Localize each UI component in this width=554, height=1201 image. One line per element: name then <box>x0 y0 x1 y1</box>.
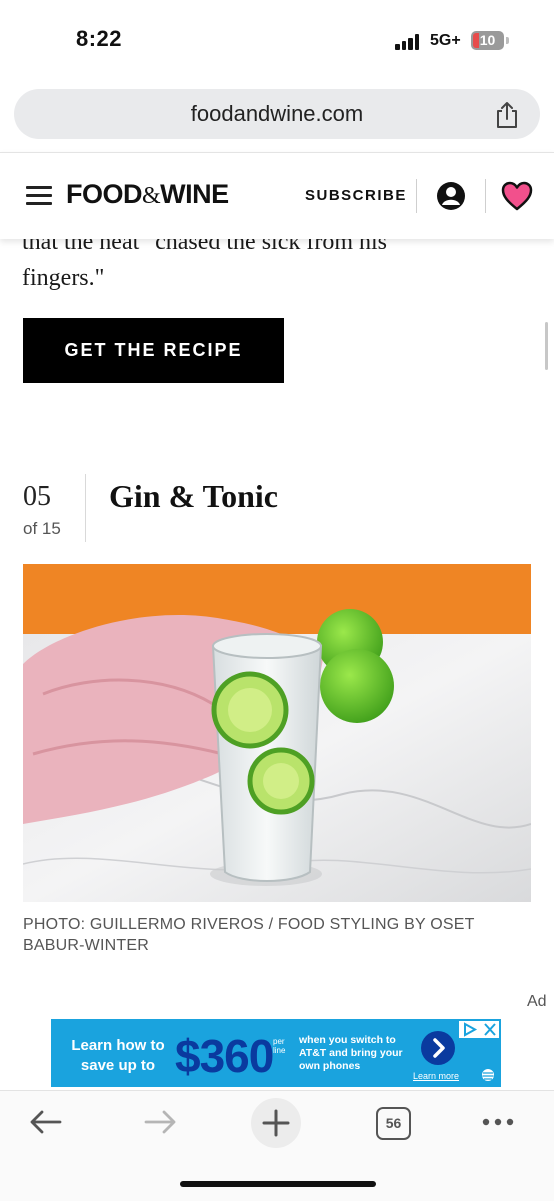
paragraph-line: that the heat "chased the sick from his <box>22 238 388 255</box>
tab-switcher-button[interactable]: 56 <box>376 1107 411 1140</box>
home-indicator[interactable] <box>180 1181 376 1187</box>
ad-copy: when you switch to AT&T and bring your o… <box>299 1034 403 1072</box>
ad-choices-icon[interactable] <box>459 1021 499 1038</box>
item-divider <box>85 474 86 542</box>
site-header: FOOD&WINE SUBSCRIBE <box>0 152 554 239</box>
more-icon[interactable] <box>481 1117 515 1127</box>
logo-ampersand: & <box>142 183 161 209</box>
ad-per-line: per line <box>273 1037 286 1055</box>
recipe-photo[interactable] <box>23 564 531 902</box>
account-icon[interactable] <box>436 181 466 211</box>
photo-caption: PHOTO: GUILLERMO RIVEROS / FOOD STYLING … <box>23 916 475 954</box>
paragraph-line: fingers." <box>22 265 105 291</box>
battery-tip <box>506 37 509 44</box>
article-previous-text: that the heat "chased the sick from his … <box>0 238 554 308</box>
ad-amount: $360 <box>175 1030 274 1082</box>
logo-text-wine: WINE <box>160 179 229 209</box>
att-logo-icon <box>482 1069 494 1081</box>
header-divider <box>416 179 417 213</box>
gin-tonic-image <box>23 564 531 902</box>
item-title: Gin & Tonic <box>109 478 278 514</box>
scrollbar[interactable] <box>545 322 548 370</box>
status-time: 8:22 <box>76 26 123 51</box>
ad-label: Ad <box>527 993 547 1010</box>
new-tab-icon[interactable] <box>250 1097 302 1149</box>
battery-low-indicator <box>473 33 479 48</box>
item-number: 05 <box>23 481 51 512</box>
signal-icon <box>395 34 423 50</box>
back-icon[interactable] <box>28 1109 62 1135</box>
browser-toolbar: 56 <box>0 1090 554 1201</box>
ad-banner[interactable]: Learn how to save up to $360 per line wh… <box>51 1019 501 1087</box>
ad-learn-more-link[interactable]: Learn more <box>413 1071 459 1081</box>
network-type: 5G+ <box>430 32 461 49</box>
share-icon[interactable] <box>494 101 520 129</box>
get-recipe-button[interactable]: GET THE RECIPE <box>23 318 284 383</box>
header-divider <box>485 179 486 213</box>
subscribe-link[interactable]: SUBSCRIBE <box>305 187 407 204</box>
logo-text-food: FOOD <box>66 179 143 209</box>
ad-arrow-icon[interactable] <box>421 1031 455 1065</box>
battery-level: 10 <box>479 32 496 48</box>
site-logo[interactable]: FOOD&WINE <box>66 179 229 210</box>
heart-icon[interactable] <box>501 181 533 211</box>
menu-icon[interactable] <box>26 186 52 206</box>
ad-headline: Learn how to save up to <box>71 1037 165 1074</box>
item-count: of 15 <box>23 519 61 538</box>
address-bar[interactable]: foodandwine.com <box>14 89 540 139</box>
forward-icon[interactable] <box>144 1109 178 1135</box>
url-text[interactable]: foodandwine.com <box>14 89 540 139</box>
